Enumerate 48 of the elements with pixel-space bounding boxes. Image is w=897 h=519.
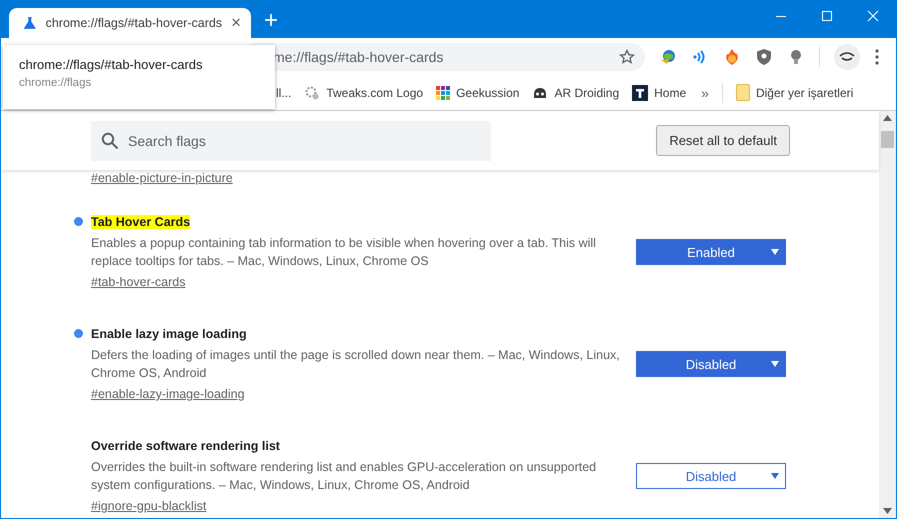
flag-description: Defers the loading of images until the page is scrolled down near them. – Mac, Windows, Linux, Chrome OS, Android [91,347,621,382]
flag-link[interactable]: #enable-picture-in-picture [91,171,233,185]
other-bookmarks-folder[interactable]: Diğer yer işaretleri [736,84,854,101]
flag-title: Enable lazy image loading [91,327,247,341]
flag-description: Enables a popup containing tab information to be visible when hovering over a tab. This will replace tooltips for tabs. – Mac, Windows, Linux, Chrome OS [91,235,597,270]
gear-icon [304,84,320,100]
bookmarks-overflow-button[interactable]: » [701,84,709,100]
flag-title: Override software rendering list [91,439,280,453]
bookmark[interactable]: ll... [276,86,292,100]
scroll-up-icon[interactable] [883,115,892,121]
flask-icon [23,16,37,30]
search-icon [101,132,119,150]
scrollbar-thumb[interactable] [881,131,894,148]
flag-link[interactable]: #ignore-gpu-blacklist [91,499,206,513]
caret-icon [771,473,779,479]
bookmark[interactable]: Home [632,84,686,100]
menu-icon[interactable] [874,48,880,66]
globe-icon[interactable] [659,48,677,66]
hover-card-title: chrome://flags/#tab-hover-cards [19,57,204,72]
new-tab-button[interactable]: + [264,8,278,34]
star-icon[interactable] [619,48,635,64]
browser-tab[interactable]: chrome://flags/#tab-hover-cards × [9,8,251,38]
reset-all-button[interactable]: Reset all to default [656,125,790,156]
colored-grid-icon [436,86,450,100]
flag-dropdown[interactable]: Disabled [636,463,786,489]
avatar-icon[interactable] [834,44,860,70]
tab-title: chrome://flags/#tab-hover-cards [46,16,222,30]
flag-title: Tab Hover Cards [91,215,190,229]
tab-close-button[interactable]: × [231,13,241,33]
flag-dropdown[interactable]: Disabled [636,351,786,377]
bookmark[interactable]: Geekussion [436,86,520,100]
fire-face-icon[interactable] [723,48,741,66]
scroll-down-icon[interactable] [883,508,892,514]
search-field[interactable]: Search flags [91,120,491,160]
bookmark[interactable]: Tweaks.com Logo [304,84,424,100]
scrollbar[interactable] [879,111,896,518]
flag-link[interactable]: #tab-hover-cards [91,275,186,289]
address-text: me://flags/#tab-hover-cards [273,48,444,64]
folder-icon [736,84,750,101]
letter-square-icon [632,84,648,100]
caret-icon [771,361,779,367]
hover-card-url: chrome://flags [19,77,92,89]
caret-icon [771,249,779,255]
shield-icon[interactable] [755,48,773,66]
flag-dropdown[interactable]: Enabled [636,239,786,265]
bookmark[interactable]: AR Droiding [532,84,620,100]
flag-link[interactable]: #enable-lazy-image-loading [91,387,245,401]
flag-description: Overrides the built-in software rendering list and enables GPU-acceleration on unsupported system configurations. – Mac, Windows, Linux, Chrome OS, Android [91,459,598,494]
